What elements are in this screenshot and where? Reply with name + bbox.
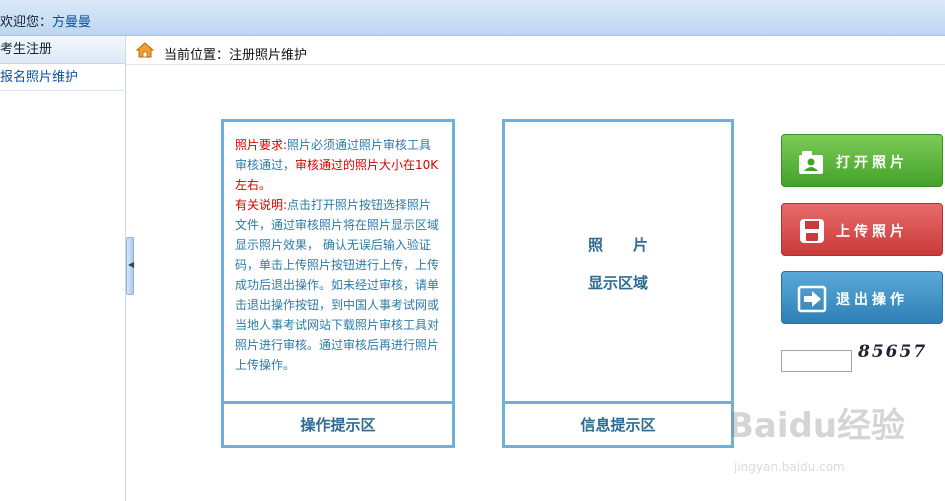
sidebar-section-title[interactable]: 考生注册 bbox=[0, 36, 125, 64]
info-panel: 照 片 显示区域 信息提示区 bbox=[502, 119, 734, 448]
photo-requirement-title: 照片要求: bbox=[235, 138, 288, 152]
save-disk-icon bbox=[800, 219, 824, 243]
photo-display-area-label: 显示区域 bbox=[587, 274, 648, 292]
operation-tip-panel: 照片要求:照片必须通过照片审核工具审核通过，审核通过的照片大小在10K左右。 有… bbox=[221, 119, 455, 448]
open-photo-label: 打开照片 bbox=[836, 155, 908, 171]
top-header: 欢迎您：方曼曼 bbox=[0, 0, 945, 36]
captcha-image[interactable]: 85657 bbox=[858, 342, 938, 370]
breadcrumb-text: 当前位置：注册照片维护 bbox=[164, 48, 308, 63]
sidebar-collapse-handle[interactable]: ◀ bbox=[126, 237, 134, 295]
collapse-arrow-icon: ◀ bbox=[128, 260, 135, 269]
exit-label: 退出操作 bbox=[836, 292, 908, 308]
note-text: 点击打开照片按钮选择照片文件，通过审核照片将在照片显示区域显示照片效果， 确认无… bbox=[235, 198, 440, 372]
watermark-brand: Baidu经验 bbox=[728, 406, 906, 446]
photo-display-label: 照 片 bbox=[587, 236, 648, 254]
info-tip-footer: 信息提示区 bbox=[505, 401, 731, 445]
open-photo-button[interactable]: 打开照片 bbox=[781, 134, 943, 187]
welcome-prefix: 欢迎您： bbox=[0, 15, 53, 30]
tip-text: 照片要求:照片必须通过照片审核工具审核通过，审核通过的照片大小在10K左右。 有… bbox=[235, 135, 440, 375]
open-folder-icon bbox=[799, 151, 823, 174]
user-name: 方曼曼 bbox=[52, 15, 92, 30]
sidebar-item-photo-maintenance[interactable]: 报名照片维护 bbox=[0, 64, 125, 91]
sidebar: 考生注册 报名照片维护 bbox=[0, 36, 126, 501]
upload-photo-label: 上传照片 bbox=[836, 224, 908, 240]
exit-button[interactable]: 退出操作 bbox=[781, 271, 943, 324]
home-icon bbox=[136, 42, 154, 58]
upload-photo-button[interactable]: 上传照片 bbox=[781, 203, 943, 256]
welcome-text: 欢迎您：方曼曼 bbox=[0, 11, 91, 30]
captcha-input[interactable] bbox=[781, 350, 852, 372]
exit-arrow-icon bbox=[797, 285, 827, 313]
baidu-jingyan-watermark: Baidu经验 jingyan.baidu.com bbox=[728, 398, 928, 488]
watermark-url: jingyan.baidu.com bbox=[734, 460, 845, 474]
operation-tip-footer: 操作提示区 bbox=[224, 401, 452, 445]
note-title: 有关说明: bbox=[235, 198, 288, 212]
breadcrumb: 当前位置：注册照片维护 bbox=[126, 36, 945, 65]
